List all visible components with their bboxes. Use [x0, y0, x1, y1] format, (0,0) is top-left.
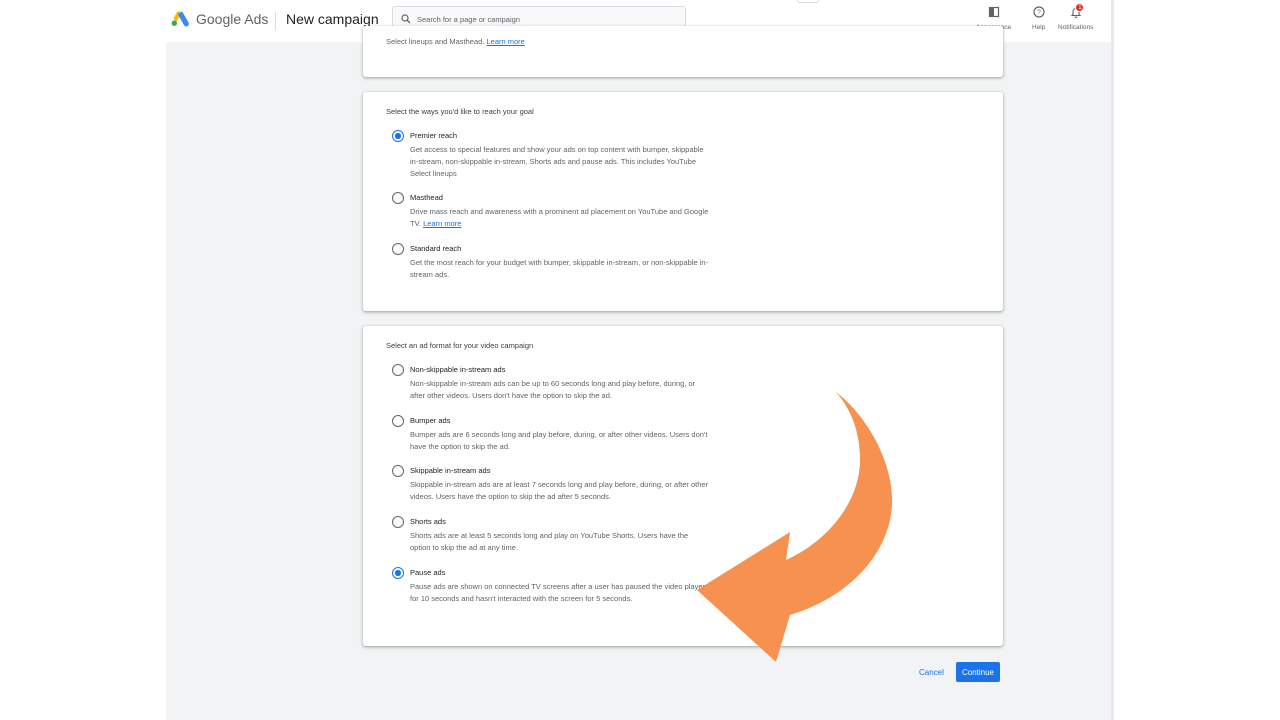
appearance-icon: [988, 5, 1000, 23]
masthead-radio[interactable]: [392, 192, 404, 204]
option-skippable[interactable]: Skippable in-stream ads Skippable in-str…: [392, 465, 712, 503]
format-section-title: Select an ad format for your video campa…: [386, 341, 534, 350]
notification-badge: 1: [1075, 3, 1085, 12]
google-ads-window: Google Ads New campaign Appearance ? Hel…: [166, 0, 1111, 720]
option-description: Drive mass reach and awareness with a pr…: [410, 206, 710, 230]
lineups-desc-text: Select lineups and Masthead.: [386, 37, 485, 46]
non-skippable-radio[interactable]: [392, 364, 404, 376]
reach-card: Select the ways you'd like to reach your…: [363, 92, 1003, 311]
option-label: Shorts ads: [410, 517, 446, 526]
brand-name: Google Ads: [196, 11, 269, 27]
option-label: Non-skippable in-stream ads: [410, 365, 506, 374]
option-masthead[interactable]: Masthead Drive mass reach and awareness …: [392, 192, 712, 230]
standard-reach-radio[interactable]: [392, 243, 404, 255]
skippable-radio[interactable]: [392, 465, 404, 477]
page-title: New campaign: [286, 11, 379, 27]
pause-ads-radio[interactable]: [392, 567, 404, 579]
header-divider: [275, 12, 276, 30]
bumper-radio[interactable]: [392, 415, 404, 427]
option-shorts[interactable]: Shorts ads Shorts ads are at least 5 sec…: [392, 516, 712, 554]
option-non-skippable[interactable]: Non-skippable in-stream ads Non-skippabl…: [392, 364, 712, 402]
google-ads-logo-icon: [170, 10, 190, 28]
masthead-learn-more-link[interactable]: Learn more: [423, 219, 461, 228]
help-button[interactable]: ? Help: [1032, 5, 1045, 31]
reach-section-title: Select the ways you'd like to reach your…: [386, 107, 534, 116]
shorts-radio[interactable]: [392, 516, 404, 528]
option-description: Pause ads are shown on connected TV scre…: [410, 582, 706, 603]
option-label: Standard reach: [410, 244, 462, 253]
option-description: Bumper ads are 6 seconds long and play b…: [410, 430, 708, 451]
notifications-button[interactable]: 1 Notifications: [1058, 3, 1094, 31]
scroll-handle[interactable]: [797, 0, 819, 3]
option-description: Get access to special features and show …: [410, 145, 704, 178]
help-label: Help: [1032, 24, 1046, 31]
option-description: Get the most reach for your budget with …: [410, 258, 709, 279]
option-bumper[interactable]: Bumper ads Bumper ads are 6 seconds long…: [392, 415, 712, 453]
cancel-button[interactable]: Cancel: [913, 662, 950, 682]
notifications-label: Notifications: [1058, 24, 1094, 31]
search-input[interactable]: [417, 15, 667, 24]
svg-text:?: ?: [1037, 10, 1041, 17]
option-description: Shorts ads are at least 5 seconds long a…: [410, 531, 689, 552]
continue-button[interactable]: Continue: [956, 662, 1000, 682]
option-label: Pause ads: [410, 568, 446, 577]
option-standard-reach[interactable]: Standard reach Get the most reach for yo…: [392, 243, 712, 281]
option-label: Masthead: [410, 193, 443, 202]
option-pause-ads[interactable]: Pause ads Pause ads are shown on connect…: [392, 567, 712, 617]
lineups-card: Select lineups and Masthead. Learn more: [363, 26, 1003, 77]
learn-more-link[interactable]: Learn more: [487, 37, 525, 46]
ad-format-card: Select an ad format for your video campa…: [363, 326, 1003, 646]
option-description: Non-skippable in-stream ads can be up to…: [410, 379, 696, 400]
google-ads-logo[interactable]: Google Ads: [170, 10, 268, 28]
window-edge: [1111, 0, 1114, 720]
option-label: Bumper ads: [410, 416, 451, 425]
help-icon: ?: [1033, 5, 1045, 23]
option-description: Skippable in-stream ads are at least 7 s…: [410, 480, 709, 501]
option-label: Premier reach: [410, 131, 458, 140]
lineups-card-desc: Select lineups and Masthead. Learn more: [386, 37, 525, 46]
option-premier-reach[interactable]: Premier reach Get access to special feat…: [392, 130, 712, 178]
option-label: Skippable in-stream ads: [410, 466, 491, 475]
premier-reach-radio[interactable]: [392, 130, 404, 142]
